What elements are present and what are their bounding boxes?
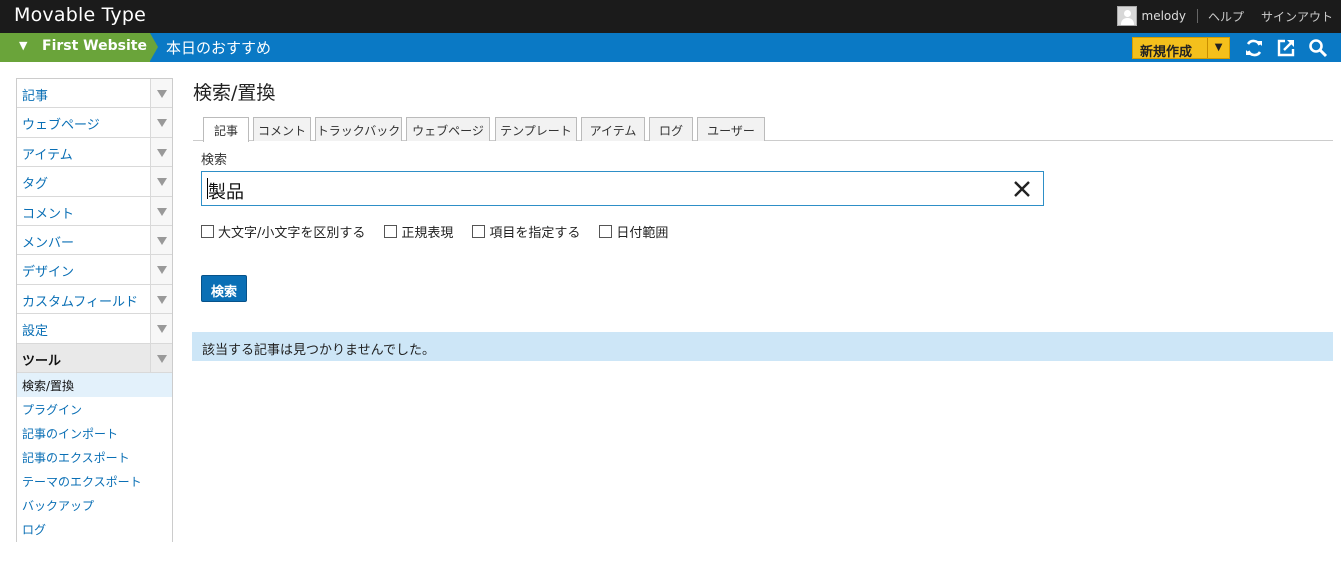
blog-name-link[interactable]: 本日のおすすめ — [166, 37, 271, 58]
chevron-down-icon[interactable] — [150, 255, 172, 284]
submenu-item-export[interactable]: 記事のエクスポート — [17, 445, 172, 469]
tab-assets[interactable]: アイテム — [581, 117, 645, 141]
tab-entries[interactable]: 記事 — [203, 117, 249, 142]
sidebar-item-members[interactable]: メンバー — [17, 225, 172, 256]
tab-users[interactable]: ユーザー — [697, 117, 765, 141]
close-icon[interactable] — [1013, 180, 1031, 198]
submenu-item-import[interactable]: 記事のインポート — [17, 421, 172, 445]
top-bar: Movable Type melody ヘルプ サインアウト — [0, 0, 1341, 33]
tab-webpages[interactable]: ウェブページ — [406, 117, 490, 141]
chevron-down-icon[interactable] — [150, 137, 172, 167]
sidebar-item-entries[interactable]: 記事 — [17, 79, 172, 109]
triangle-down-icon: ▼ — [19, 39, 28, 52]
sidebar-menu: 記事 ウェブページ アイテム タグ コメント メンバー デザイン カスタムフィー… — [16, 78, 173, 542]
sidebar-item-design[interactable]: デザイン — [17, 255, 172, 285]
chevron-down-icon[interactable] — [150, 314, 172, 343]
search-submit-button[interactable]: 検索 — [201, 275, 247, 302]
sidebar-item-label: デザイン — [22, 265, 75, 281]
checkbox[interactable] — [472, 225, 486, 238]
sidebar-item-label: アイテム — [22, 147, 73, 163]
submenu-item-backup[interactable]: バックアップ — [17, 493, 172, 517]
sidebar-item-comments[interactable]: コメント — [17, 196, 172, 226]
site-switcher[interactable]: ▼ First Website — [0, 33, 158, 62]
sidebar-item-tags[interactable]: タグ — [17, 167, 172, 197]
option-label: 項目を指定する — [489, 226, 581, 241]
chevron-down-icon[interactable] — [150, 79, 172, 108]
search-input-value: 製品 — [208, 182, 244, 203]
search-input[interactable]: 製品 — [201, 171, 1044, 206]
chevron-down-icon[interactable]: ▼ — [1207, 38, 1229, 58]
new-create-label: 新規作成 — [1140, 45, 1193, 60]
result-notice: 該当する記事は見つかりませんでした。 — [192, 332, 1333, 361]
submenu-item-search-replace[interactable]: 検索/置換 — [17, 372, 172, 397]
submenu-item-theme-export[interactable]: テーマのエクスポート — [17, 469, 172, 493]
sidebar-item-label: コメント — [22, 206, 75, 222]
checkbox[interactable] — [599, 225, 613, 238]
chevron-down-icon[interactable] — [150, 196, 172, 225]
sidebar-item-tools[interactable]: ツール — [17, 343, 172, 373]
option-case-sensitive[interactable]: 大文字/小文字を区別する — [201, 222, 365, 241]
tab-trackbacks[interactable]: トラックバック — [315, 117, 402, 141]
submenu-item-log[interactable]: ログ — [17, 517, 172, 541]
search-field-label: 検索 — [201, 153, 228, 168]
refresh-icon[interactable] — [1244, 38, 1264, 58]
sidebar-item-settings[interactable]: 設定 — [17, 314, 172, 344]
checkbox[interactable] — [201, 225, 214, 238]
tab-templates[interactable]: テンプレート — [495, 117, 577, 141]
option-specify-fields[interactable]: 項目を指定する — [472, 222, 580, 241]
sidebar-item-label: カスタムフィールド — [22, 294, 138, 310]
search-options: 大文字/小文字を区別する 正規表現 項目を指定する 日付範囲 — [201, 222, 687, 241]
avatar[interactable] — [1116, 6, 1137, 26]
chevron-down-icon[interactable] — [150, 167, 172, 196]
chevron-down-icon[interactable] — [150, 225, 172, 255]
option-label: 大文字/小文字を区別する — [218, 226, 366, 241]
option-label: 正規表現 — [401, 226, 454, 241]
tab-logs[interactable]: ログ — [649, 117, 693, 141]
external-link-icon[interactable] — [1276, 38, 1296, 58]
sidebar-item-label: 記事 — [22, 89, 49, 104]
site-name: First Website — [42, 38, 147, 54]
sidebar-item-custom-fields[interactable]: カスタムフィールド — [17, 284, 172, 315]
help-link[interactable]: ヘルプ — [1208, 8, 1244, 25]
sidebar-item-assets[interactable]: アイテム — [17, 137, 172, 168]
sidebar-item-pages[interactable]: ウェブページ — [17, 108, 172, 138]
tab-comments[interactable]: コメント — [253, 117, 311, 141]
page-title: 検索/置換 — [193, 82, 276, 104]
sidebar-item-label: メンバー — [22, 235, 75, 251]
user-name-link[interactable]: melody — [1142, 9, 1186, 23]
text-caret — [207, 178, 208, 199]
search-icon[interactable] — [1308, 38, 1328, 58]
user-area: melody ヘルプ サインアウト — [1116, 6, 1333, 26]
sidebar-item-label: ツール — [22, 353, 62, 369]
sidebar-item-label: ウェブページ — [22, 118, 100, 134]
chevron-down-icon[interactable] — [150, 108, 172, 137]
signout-link[interactable]: サインアウト — [1261, 8, 1333, 25]
option-date-range[interactable]: 日付範囲 — [599, 222, 668, 241]
option-label: 日付範囲 — [616, 226, 669, 241]
app-logo[interactable]: Movable Type — [14, 4, 146, 26]
chevron-down-icon[interactable] — [150, 284, 172, 314]
sidebar-item-label: タグ — [22, 177, 49, 193]
type-tabs: 記事 コメント トラックバック ウェブページ テンプレート アイテム ログ ユー… — [193, 117, 1333, 142]
checkbox[interactable] — [384, 225, 398, 238]
submenu-item-plugins[interactable]: プラグイン — [17, 397, 172, 421]
tools-submenu: 検索/置換 プラグイン 記事のインポート 記事のエクスポート テーマのエクスポー… — [17, 372, 172, 542]
context-bar: ▼ First Website 本日のおすすめ 新規作成 ▼ — [0, 33, 1341, 62]
sidebar-item-label: 設定 — [22, 324, 49, 340]
option-regex[interactable]: 正規表現 — [384, 222, 453, 241]
chevron-down-icon[interactable] — [150, 343, 172, 372]
new-create-button[interactable]: 新規作成 ▼ — [1132, 37, 1230, 60]
divider — [1196, 9, 1198, 23]
